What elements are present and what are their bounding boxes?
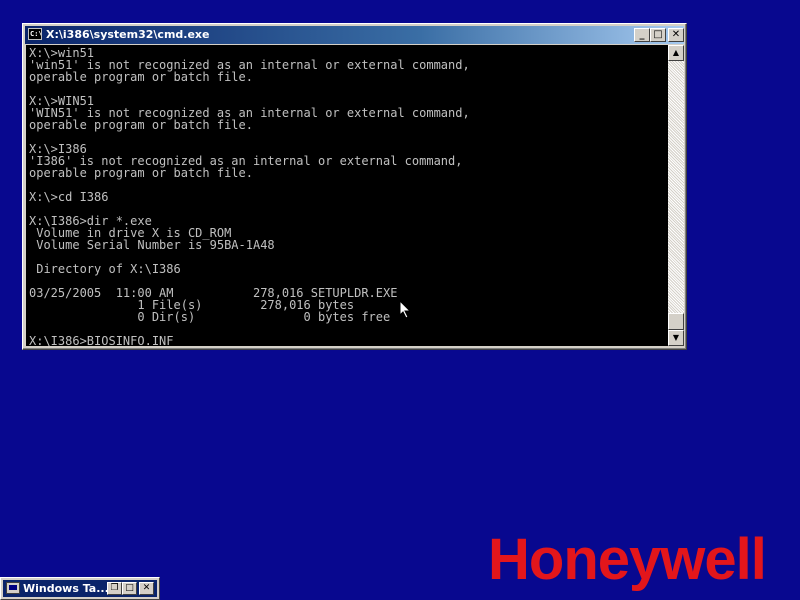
console-output[interactable]: X:\>win51'win51' is not recognized as an… bbox=[26, 45, 668, 346]
vertical-scrollbar[interactable]: ▲ ▼ bbox=[668, 45, 684, 346]
minimized-window-title: Windows Ta... bbox=[23, 582, 109, 595]
scroll-thumb[interactable] bbox=[668, 313, 684, 330]
minimized-maximize-button[interactable]: □ bbox=[122, 582, 137, 595]
minimize-button[interactable]: _ bbox=[634, 28, 650, 42]
console-line: operable program or batch file. bbox=[29, 118, 253, 132]
console-line: X:\>cd I386 bbox=[29, 190, 109, 204]
minimized-window-titlebar[interactable]: Windows Ta... ❐ □ ✕ bbox=[3, 580, 157, 597]
cmd-window-icon[interactable]: C:\ bbox=[28, 28, 42, 40]
console-line: Volume Serial Number is 95BA-1A48 bbox=[29, 238, 275, 252]
window-app-icon bbox=[6, 582, 20, 594]
honeywell-logo: Honeywell bbox=[488, 527, 767, 592]
scroll-down-button[interactable]: ▼ bbox=[668, 330, 684, 346]
cmd-window[interactable]: C:\ X:\i386\system32\cmd.exe _ □ ✕ X:\>w… bbox=[22, 23, 687, 350]
minimized-window[interactable]: Windows Ta... ❐ □ ✕ bbox=[0, 577, 160, 600]
console-line: Directory of X:\I386 bbox=[29, 262, 181, 276]
mouse-cursor-icon bbox=[400, 301, 412, 319]
console-line: operable program or batch file. bbox=[29, 70, 253, 84]
minimized-close-button[interactable]: ✕ bbox=[139, 582, 154, 595]
cmd-window-title: X:\i386\system32\cmd.exe bbox=[46, 28, 210, 41]
scroll-up-button[interactable]: ▲ bbox=[668, 45, 684, 61]
restore-button[interactable]: ❐ bbox=[107, 582, 122, 595]
console-line: X:\I386>BIOSINFO.INF bbox=[29, 334, 174, 346]
cmd-icon-label: C:\ bbox=[30, 30, 42, 38]
console-line: operable program or batch file. bbox=[29, 166, 253, 180]
close-button[interactable]: ✕ bbox=[668, 28, 684, 42]
cmd-titlebar[interactable]: C:\ X:\i386\system32\cmd.exe _ □ ✕ bbox=[25, 26, 684, 44]
maximize-button[interactable]: □ bbox=[650, 28, 666, 42]
